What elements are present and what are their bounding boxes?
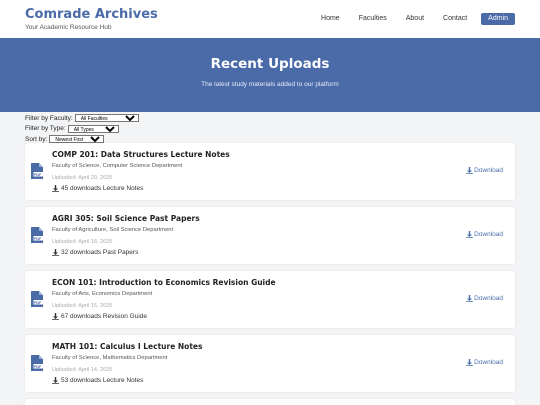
admin-button[interactable]: Admin: [481, 13, 515, 25]
download-icon: [52, 377, 59, 384]
upload-stats-text: 67 downloads Revision Guide: [61, 313, 147, 320]
file-pdf-icon: PDF: [31, 291, 43, 307]
upload-title[interactable]: AGRI 305: Soil Science Past Papers: [52, 214, 200, 223]
upload-card: [25, 399, 515, 405]
brand-tagline: Your Academic Resource Hub: [25, 24, 112, 31]
upload-stats-text: 53 downloads Lecture Notes: [61, 377, 144, 384]
type-filter-row: Filter by Type: All Types: [25, 124, 139, 134]
upload-department: Faculty of Science, Computer Science Dep…: [52, 163, 183, 169]
download-label: Download: [474, 359, 503, 366]
upload-title[interactable]: COMP 201: Data Structures Lecture Notes: [52, 150, 230, 159]
download-button[interactable]: Download: [465, 359, 503, 366]
upload-stats: 67 downloads Revision Guide: [52, 313, 147, 320]
nav-home-link[interactable]: Home: [321, 13, 340, 25]
page-title: Recent Uploads: [210, 56, 330, 72]
download-button[interactable]: Download: [465, 167, 503, 174]
upload-card: PDF AGRI 305: Soil Science Past Papers F…: [25, 207, 515, 264]
download-icon: [52, 313, 59, 320]
upload-stats-text: 45 downloads Lecture Notes: [61, 185, 144, 192]
upload-date: Uploaded: April 15, 2025: [52, 303, 113, 309]
upload-stats-text: 32 downloads Past Papers: [61, 249, 139, 256]
faculty-filter-row: Filter by Faculty: All Faculties: [25, 113, 139, 123]
download-icon: [465, 295, 473, 302]
download-label: Download: [474, 231, 503, 238]
svg-text:PDF: PDF: [34, 365, 42, 369]
upload-date: Uploaded: April 20, 2025: [52, 175, 113, 181]
sort-label: Sort by:: [25, 135, 48, 143]
upload-title[interactable]: MATH 101: Calculus I Lecture Notes: [52, 342, 202, 351]
svg-text:PDF: PDF: [34, 301, 42, 305]
upload-card: PDF COMP 201: Data Structures Lecture No…: [25, 143, 515, 200]
upload-card: PDF MATH 101: Calculus I Lecture Notes F…: [25, 335, 515, 392]
svg-text:PDF: PDF: [34, 237, 42, 241]
page-subtitle: The latest study materials added to our …: [201, 81, 339, 88]
download-icon: [465, 231, 473, 238]
upload-department: Faculty of Agriculture, Soil Science Dep…: [52, 227, 174, 233]
download-icon: [52, 185, 59, 192]
download-icon: [52, 249, 59, 256]
download-button[interactable]: Download: [465, 231, 503, 238]
file-pdf-icon: PDF: [31, 163, 43, 179]
file-pdf-icon: PDF: [31, 355, 43, 371]
download-label: Download: [474, 295, 503, 302]
nav-about-link[interactable]: About: [406, 13, 424, 25]
faculty-filter-label: Filter by Faculty:: [25, 114, 73, 122]
top-navbar: Comrade Archives Your Academic Resource …: [0, 0, 540, 38]
upload-stats: 45 downloads Lecture Notes: [52, 185, 143, 192]
nav-contact-link[interactable]: Contact: [443, 13, 467, 25]
sort-select[interactable]: Newest First: [49, 135, 105, 143]
upload-department: Faculty of Science, Mathematics Departme…: [52, 355, 168, 361]
download-icon: [465, 359, 473, 366]
upload-card: PDF ECON 101: Introduction to Economics …: [25, 271, 515, 328]
type-filter-label: Filter by Type:: [25, 125, 66, 132]
upload-stats: 53 downloads Lecture Notes: [52, 377, 143, 384]
upload-stats: 32 downloads Past Papers: [52, 249, 138, 256]
filters-panel: Filter by Faculty: All Faculties Filter …: [25, 113, 139, 145]
file-pdf-icon: PDF: [31, 227, 43, 243]
faculty-filter-select[interactable]: All Faculties: [74, 114, 139, 122]
brand[interactable]: Comrade Archives Your Academic Resource …: [25, 7, 158, 31]
nav-faculties-link[interactable]: Faculties: [359, 13, 387, 25]
brand-title[interactable]: Comrade Archives: [25, 7, 158, 22]
type-filter-select[interactable]: All Types: [67, 124, 119, 133]
upload-department: Faculty of Arts, Economics Department: [52, 291, 153, 297]
download-icon: [465, 167, 473, 174]
upload-date: Uploaded: April 18, 2025: [52, 239, 113, 245]
svg-text:PDF: PDF: [34, 173, 42, 177]
upload-title[interactable]: ECON 101: Introduction to Economics Revi…: [52, 278, 276, 287]
upload-date: Uploaded: April 14, 2025: [52, 367, 113, 373]
download-label: Download: [474, 167, 503, 174]
main-nav: Home Faculties About Contact Admin: [302, 13, 515, 25]
download-button[interactable]: Download: [465, 295, 503, 302]
hero-banner: Recent Uploads The latest study material…: [0, 38, 540, 112]
